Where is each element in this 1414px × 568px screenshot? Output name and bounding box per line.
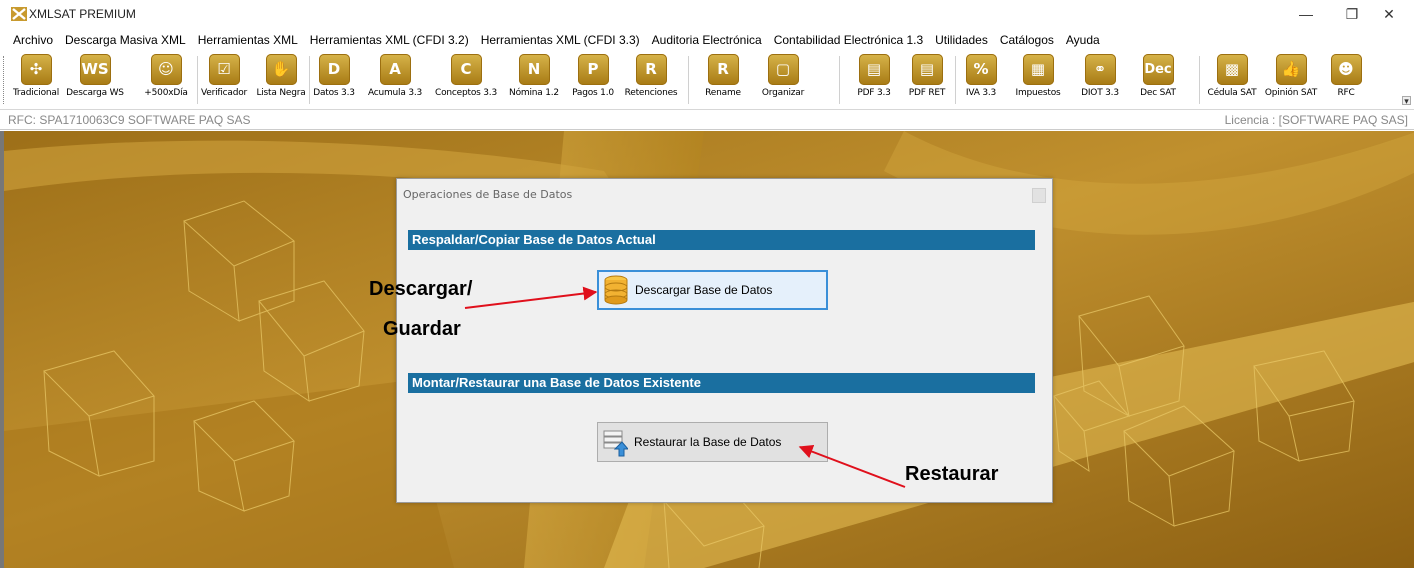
organizar-icon: ▢ [767,54,799,85]
toolbar-button-acumula[interactable]: A Acumula 3.3 [363,52,427,106]
dialog-close-button[interactable] [1032,188,1046,203]
menu-bar: Archivo Descarga Masiva XML Herramientas… [0,30,1414,50]
hand-icon: ✋ [265,54,297,85]
conceptos-icon: C [450,54,482,85]
menu-contabilidad-electronica[interactable]: Contabilidad Electrónica 1.3 [768,33,929,47]
menu-catalogos[interactable]: Catálogos [994,33,1060,47]
toolbar-button-rfc[interactable]: ☻ RFC [1326,52,1366,106]
close-window-button[interactable]: ✕ [1366,4,1412,26]
datos-icon: D [318,54,350,85]
restore-database-button[interactable]: Restaurar la Base de Datos [597,422,828,462]
toolbar-button-verificador[interactable]: ☑ Verificador [199,52,249,106]
toolbar-button-impuestos[interactable]: ▦ Impuestos [1009,52,1067,106]
qr-icon: ▩ [1216,54,1248,85]
toolbar-overflow-button[interactable]: ▾ [1402,96,1411,106]
toolbar-button-pdf-ret[interactable]: ▤ PDF RET [902,52,952,106]
license-label: Licencia : [SOFTWARE PAQ SAS] [1224,113,1408,127]
annotation-download-line2: Guardar [383,318,461,340]
acumula-icon: A [379,54,411,85]
annotation-restore: Restaurar [905,463,999,485]
menu-archivo[interactable]: Archivo [7,33,59,47]
toolbar-button-diot[interactable]: ⚭ DIOT 3.3 [1072,52,1128,106]
toolbar-button-opinion-sat[interactable]: 👍 Opinión SAT [1261,52,1321,106]
pdf-icon: ▤ [858,54,890,85]
person-icon: ☻ [1330,54,1362,85]
toolbar-button-conceptos[interactable]: C Conceptos 3.3 [430,52,502,106]
checkbox-icon: ☑ [208,54,240,85]
info-bar: RFC: SPA1710063C9 SOFTWARE PAQ SAS Licen… [0,111,1414,130]
menu-herramientas-xml-32[interactable]: Herramientas XML (CFDI 3.2) [304,33,475,47]
rename-icon: R [707,54,739,85]
annotation-download-line1: Descargar/ [369,278,473,300]
download-database-button[interactable]: Descargar Base de Datos [597,270,828,310]
restore-database-label: Restaurar la Base de Datos [634,435,782,449]
thumbs-up-icon: 👍 [1275,54,1307,85]
toolbar-button-tradicional[interactable]: ✣ Tradicional [9,52,63,106]
window-title: XMLSAT PREMIUM [29,7,136,21]
app-logo-icon [11,7,27,21]
percent-icon: % [965,54,997,85]
calculator-icon: ▦ [1022,54,1054,85]
database-operations-dialog: Operaciones de Base de Datos Respaldar/C… [396,178,1053,503]
plus500-icon: ☺ [150,54,182,85]
toolbar-button-lista-negra[interactable]: ✋ Lista Negra [254,52,308,106]
toolbar-button-nomina[interactable]: N Nómina 1.2 [505,52,563,106]
rfc-label: RFC: SPA1710063C9 SOFTWARE PAQ SAS [8,113,251,127]
database-restore-icon [603,430,628,457]
download-database-label: Descargar Base de Datos [635,283,773,297]
toolbar: ✣ Tradicional WS Descarga WS ☺ +500xDía … [0,50,1414,110]
toolbar-grip[interactable] [3,56,6,104]
pdf-ret-icon: ▤ [911,54,943,85]
handshake-icon: ⚭ [1084,54,1116,85]
menu-auditoria-electronica[interactable]: Auditoria Electrónica [646,33,768,47]
section-restore-header: Montar/Restaurar una Base de Datos Exist… [408,373,1035,393]
toolbar-button-descarga-ws[interactable]: WS Descarga WS [65,52,125,106]
menu-ayuda[interactable]: Ayuda [1060,33,1106,47]
toolbar-button-pdf[interactable]: ▤ PDF 3.3 [849,52,899,106]
menu-utilidades[interactable]: Utilidades [929,33,994,47]
toolbar-button-retenciones[interactable]: R Retenciones [622,52,680,106]
pagos-icon: P [577,54,609,85]
ws-icon: WS [79,54,111,85]
toolbar-button-organizar[interactable]: ▢ Organizar [756,52,810,106]
menu-herramientas-xml[interactable]: Herramientas XML [192,33,304,47]
database-icon [604,275,628,305]
minimize-button[interactable]: — [1283,4,1329,26]
toolbar-button-plus500[interactable]: ☺ +500xDía [142,52,190,106]
toolbar-button-dec-sat[interactable]: Dec Dec SAT [1134,52,1182,106]
toolbar-button-iva[interactable]: % IVA 3.3 [958,52,1004,106]
dec-icon: Dec [1142,54,1174,85]
retenciones-icon: R [635,54,667,85]
toolbar-button-cedula-sat[interactable]: ▩ Cédula SAT [1205,52,1259,106]
dialog-title: Operaciones de Base de Datos [403,188,573,201]
section-backup-header: Respaldar/Copiar Base de Datos Actual [408,230,1035,250]
nomina-icon: N [518,54,550,85]
menu-herramientas-xml-33[interactable]: Herramientas XML (CFDI 3.3) [475,33,646,47]
toolbar-button-datos[interactable]: D Datos 3.3 [310,52,358,106]
menu-descarga-masiva-xml[interactable]: Descarga Masiva XML [59,33,192,47]
toolbar-button-pagos[interactable]: P Pagos 1.0 [566,52,620,106]
toolbar-button-rename[interactable]: R Rename [698,52,748,106]
title-bar: XMLSAT PREMIUM — ❐ ✕ [0,0,1414,28]
tradicional-icon: ✣ [20,54,52,85]
